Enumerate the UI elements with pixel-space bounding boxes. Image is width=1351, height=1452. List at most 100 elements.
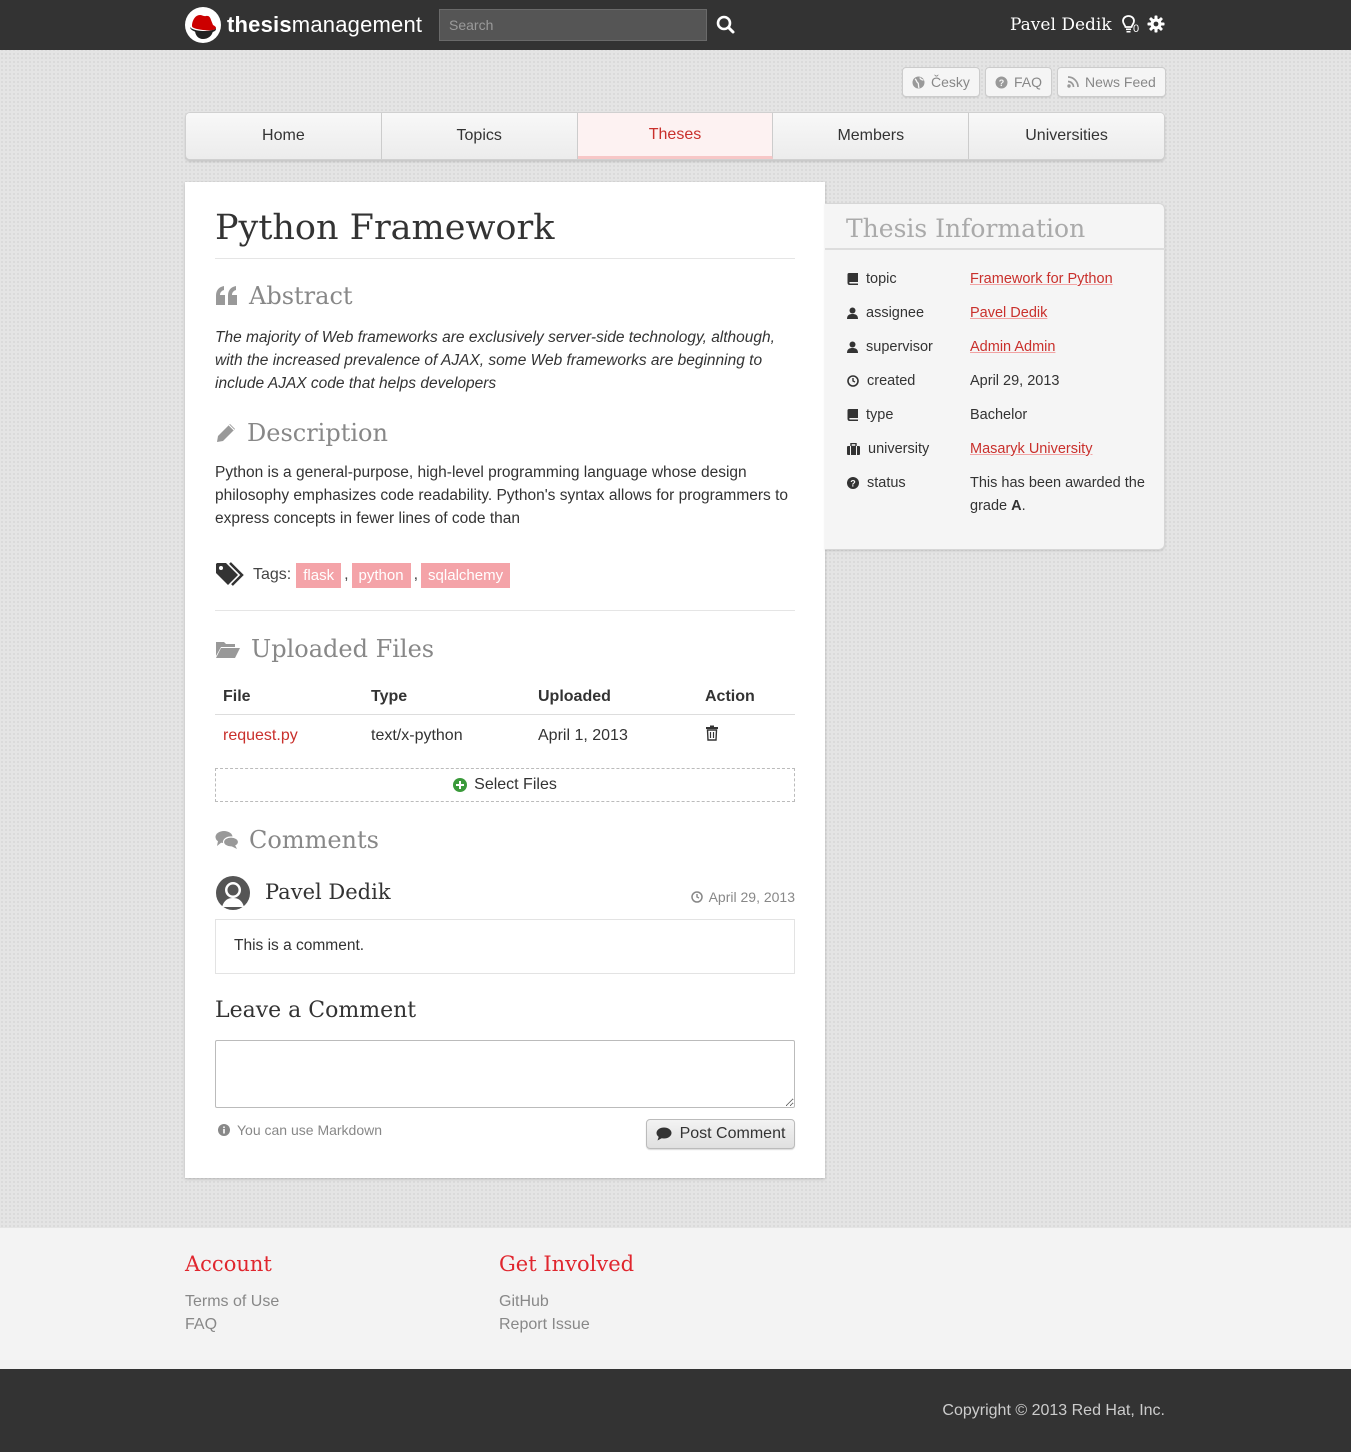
post-comment-label: Post Comment bbox=[679, 1125, 786, 1142]
files-table: File Type Uploaded Action request.py tex… bbox=[215, 680, 795, 756]
column-header-file: File bbox=[215, 680, 363, 715]
language-label: Česky bbox=[931, 74, 970, 90]
report-issue-link[interactable]: Report Issue bbox=[499, 1313, 634, 1336]
question-icon: ? bbox=[847, 477, 859, 489]
svg-text:?: ? bbox=[999, 77, 1004, 87]
nav-tab-members[interactable]: Members bbox=[773, 113, 970, 159]
uploaded-files-heading: Uploaded Files bbox=[215, 635, 434, 663]
globe-icon bbox=[912, 76, 925, 88]
abstract-text: The majority of Web frameworks are exclu… bbox=[215, 329, 775, 392]
table-row: request.py text/x-python April 1, 2013 bbox=[215, 715, 795, 757]
info-key-label: university bbox=[868, 441, 930, 457]
uploaded-files-heading-label: Uploaded Files bbox=[251, 635, 435, 663]
info-key-label: topic bbox=[866, 271, 897, 287]
select-files-button[interactable]: Select Files bbox=[215, 768, 795, 802]
user-menu[interactable]: Pavel Dedik bbox=[1010, 15, 1112, 35]
faq-button[interactable]: ? FAQ bbox=[985, 67, 1052, 97]
info-icon bbox=[218, 1124, 230, 1136]
tag-separator: , bbox=[344, 566, 349, 583]
footer-involved-column: Get Involved GitHub Report Issue bbox=[499, 1252, 634, 1336]
brand-name: thesismanagement bbox=[227, 12, 423, 37]
file-link[interactable]: request.py bbox=[215, 715, 363, 757]
description-heading: Description bbox=[215, 419, 388, 447]
info-key-label: status bbox=[867, 475, 906, 491]
comment-textarea[interactable] bbox=[215, 1040, 795, 1108]
info-key: created bbox=[847, 373, 915, 389]
tags-label: Tags: bbox=[253, 566, 292, 583]
red-hat-logo-icon bbox=[185, 7, 221, 43]
footer-account-column: Account Terms of Use FAQ bbox=[185, 1252, 279, 1336]
footer-account-heading: Account bbox=[185, 1252, 272, 1276]
comment-date-label: April 29, 2013 bbox=[708, 889, 795, 905]
info-key-label: supervisor bbox=[866, 339, 933, 355]
info-key: type bbox=[847, 407, 893, 423]
abstract-heading: Abstract bbox=[215, 282, 353, 310]
trash-icon[interactable] bbox=[705, 725, 719, 741]
info-key: assignee bbox=[847, 305, 924, 321]
leave-comment-heading: Leave a Comment bbox=[215, 998, 417, 1023]
nav-tab-topics[interactable]: Topics bbox=[381, 113, 578, 159]
github-link[interactable]: GitHub bbox=[499, 1290, 634, 1313]
footer-bottom-bar: Copyright © 2013 Red Hat, Inc. bbox=[0, 1369, 1351, 1452]
thesis-detail-card: Python Framework Abstract The majority o… bbox=[185, 182, 825, 1178]
news-feed-label: News Feed bbox=[1085, 74, 1156, 90]
column-header-action: Action bbox=[697, 680, 795, 715]
nav-tab-theses[interactable]: Theses bbox=[577, 113, 774, 159]
grade: A bbox=[1011, 498, 1022, 514]
nav-tab-home[interactable]: Home bbox=[186, 113, 382, 159]
markdown-hint: You can use Markdown bbox=[218, 1122, 382, 1138]
created-value: April 29, 2013 bbox=[970, 373, 1060, 389]
comment-header: Pavel Dedik April 29, 2013 bbox=[215, 876, 795, 910]
university-link[interactable]: Masaryk University bbox=[970, 438, 1155, 461]
comments-heading-label: Comments bbox=[249, 826, 379, 854]
top-bar: thesismanagement Pavel Dedik 0 bbox=[0, 0, 1351, 50]
notifications-button[interactable]: 0 bbox=[1122, 15, 1142, 37]
table-header-row: File Type Uploaded Action bbox=[215, 680, 795, 715]
footer: Account Terms of Use FAQ Get Involved Gi… bbox=[0, 1228, 1351, 1369]
search-input[interactable] bbox=[439, 9, 707, 41]
file-actions bbox=[697, 715, 795, 757]
rss-icon bbox=[1067, 76, 1079, 88]
assignee-link[interactable]: Pavel Dedik bbox=[970, 302, 1155, 325]
news-feed-button[interactable]: News Feed bbox=[1057, 67, 1166, 97]
info-key: ? status bbox=[847, 475, 906, 491]
description-heading-label: Description bbox=[247, 419, 388, 447]
file-uploaded-date: April 1, 2013 bbox=[538, 726, 628, 744]
search-icon[interactable] bbox=[716, 14, 736, 36]
faq-label: FAQ bbox=[1013, 74, 1042, 90]
tag-python[interactable]: python bbox=[351, 562, 411, 588]
tags-row: Tags: flask , python , sqlalchemy bbox=[215, 562, 511, 588]
post-comment-button[interactable]: Post Comment bbox=[646, 1119, 795, 1149]
terms-of-use-link[interactable]: Terms of Use bbox=[185, 1290, 279, 1313]
tag-separator: , bbox=[413, 566, 419, 583]
description-text: Python is a general-purpose, high-level … bbox=[215, 464, 789, 527]
brand-logo[interactable]: thesismanagement bbox=[185, 6, 422, 44]
nav-tab-universities[interactable]: Universities bbox=[969, 113, 1164, 159]
divider bbox=[215, 610, 795, 611]
supervisor-link[interactable]: Admin Admin bbox=[970, 336, 1155, 359]
info-key-label: type bbox=[866, 407, 894, 423]
language-button[interactable]: Česky bbox=[902, 67, 980, 97]
divider bbox=[215, 258, 795, 259]
folder-open-icon bbox=[216, 642, 240, 658]
gear-icon[interactable] bbox=[1147, 15, 1165, 33]
book-icon bbox=[847, 273, 858, 285]
file-type: text/x-python bbox=[371, 726, 463, 744]
status-value: This has been awarded the grade A. bbox=[970, 472, 1155, 518]
topic-link[interactable]: Framework for Python bbox=[970, 268, 1155, 291]
tag-flask[interactable]: flask bbox=[296, 562, 342, 588]
markdown-hint-label: You can use Markdown bbox=[237, 1122, 383, 1138]
notification-count: 0 bbox=[1133, 23, 1140, 35]
comments-icon bbox=[215, 831, 239, 849]
column-header-type: Type bbox=[363, 680, 530, 715]
clock-icon bbox=[690, 891, 703, 903]
comment-icon bbox=[656, 1127, 672, 1141]
tag-sqlalchemy[interactable]: sqlalchemy bbox=[421, 562, 511, 588]
user-icon bbox=[847, 307, 858, 319]
tags-icon bbox=[216, 562, 244, 586]
column-header-uploaded: Uploaded bbox=[530, 680, 697, 715]
comment-author[interactable]: Pavel Dedik bbox=[265, 880, 391, 904]
comments-heading: Comments bbox=[215, 826, 379, 854]
type-value: Bachelor bbox=[970, 407, 1028, 423]
footer-faq-link[interactable]: FAQ bbox=[185, 1313, 279, 1336]
